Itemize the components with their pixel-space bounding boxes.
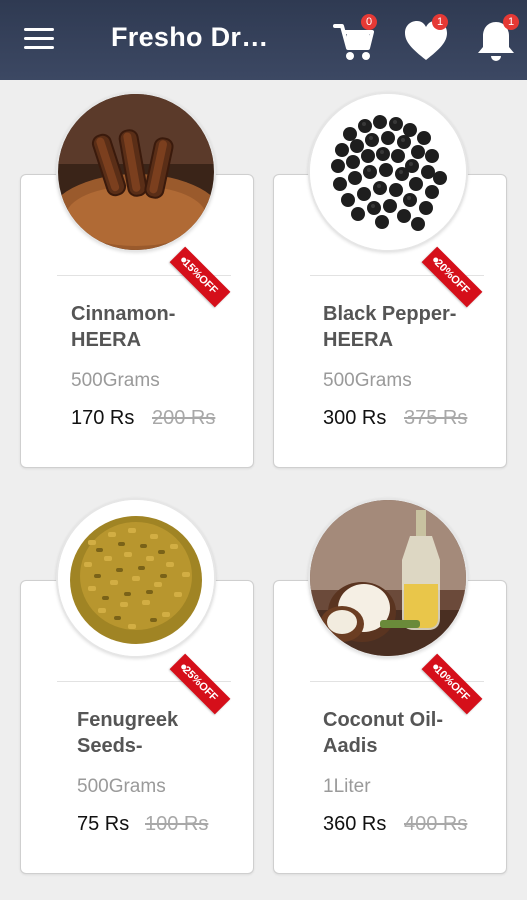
wishlist-badge: 1 — [432, 14, 448, 30]
app-bar: Fresho Dry… 0 1 1 — [0, 0, 527, 80]
product-quantity: 500Grams — [323, 370, 412, 391]
hamburger-line — [24, 46, 54, 49]
product-name: Black Pepper- HEERA — [323, 301, 493, 353]
product-quantity: 500Grams — [77, 776, 166, 797]
page-title: Fresho Dry… — [111, 22, 281, 52]
notifications-badge: 1 — [503, 14, 519, 30]
product-old-price: 100 Rs — [145, 813, 209, 835]
product-name: Cinnamon- HEERA — [71, 301, 241, 353]
product-name-line: Seeds- — [77, 735, 143, 757]
product-name: Coconut Oil- Aadis — [323, 707, 493, 759]
product-name-line: HEERA — [71, 329, 142, 351]
product-old-price: 375 Rs — [404, 407, 468, 429]
product-image-coconut-oil[interactable] — [308, 498, 468, 658]
product-old-price: 400 Rs — [404, 813, 468, 835]
hamburger-line — [24, 37, 54, 40]
product-quantity: 500Grams — [71, 370, 160, 391]
product-price: 75 Rs — [77, 813, 130, 835]
menu-button[interactable] — [24, 26, 58, 52]
product-image-cinnamon[interactable] — [56, 92, 216, 252]
product-price: 300 Rs — [323, 407, 387, 429]
product-image-black-pepper[interactable] — [308, 92, 468, 252]
product-name-line: HEERA — [323, 329, 394, 351]
notifications-button[interactable]: 1 — [473, 14, 523, 64]
fenugreek-seeds-image — [58, 500, 214, 656]
product-quantity: 1Liter — [323, 776, 371, 797]
coconut-oil-image — [310, 500, 466, 656]
product-price: 360 Rs — [323, 813, 387, 835]
cinnamon-image — [58, 94, 214, 250]
cart-button[interactable]: 0 — [331, 14, 381, 64]
black-pepper-image — [310, 94, 466, 250]
product-old-price: 200 Rs — [152, 407, 216, 429]
product-price: 170 Rs — [71, 407, 135, 429]
hamburger-menu-icon — [24, 28, 54, 31]
product-grid: Cinnamon- HEERA 500Grams 170 Rs 200 Rs B… — [0, 80, 527, 900]
wishlist-button[interactable]: 1 — [402, 14, 452, 64]
product-name: Fenugreek Seeds- — [77, 707, 247, 759]
cart-badge: 0 — [361, 14, 377, 30]
product-name-line: Aadis — [323, 735, 378, 757]
product-image-fenugreek[interactable] — [56, 498, 216, 658]
product-name-line: Fenugreek — [77, 709, 179, 731]
